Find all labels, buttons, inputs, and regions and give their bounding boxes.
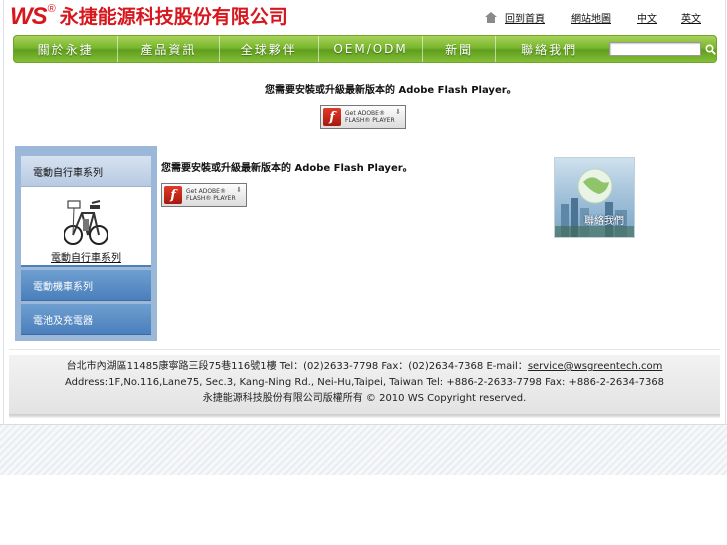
page-background [0, 424, 727, 475]
flash-button-line1: Get ADOBE® [186, 188, 226, 195]
link-english[interactable]: 英文 [681, 10, 701, 25]
footer-line-3: 永捷能源科技股份有限公司版權所有 © 2010 WS Copyright res… [202, 393, 527, 404]
logo-company-name: 永捷能源科技股份有限公司 [59, 6, 288, 28]
nav-item-news[interactable]: 新聞 [423, 36, 496, 62]
sidebar-item-battery[interactable]: 電池及充電器 [21, 304, 151, 335]
top-links: 回到首頁 網站地圖 中文 英文 [485, 10, 701, 25]
nav-item-products[interactable]: 產品資訊 [118, 36, 220, 62]
search-input[interactable] [609, 42, 702, 56]
product-sidebar: 電動自行車系列 電動自行車系列 電動機車系列 電池及充電器 [15, 146, 157, 341]
flash-button-line2: FLASH® PLAYER [186, 195, 236, 202]
get-flash-player-button-main[interactable]: f Get ADOBE® FLASH® PLAYER ⬇ [161, 183, 247, 207]
divider [9, 349, 720, 350]
flash-notice-top: 您需要安裝或升級最新版本的 Adobe Flash Player。 [265, 85, 517, 96]
search-icon [705, 43, 716, 55]
contact-us-label: 聯絡我們 [584, 216, 624, 227]
contact-us-banner[interactable]: 聯絡我們 [554, 157, 635, 238]
footer-line-2: Address:1F,No.116,Lane75, Sec.3, Kang-Ni… [64, 377, 665, 388]
footer-email-link[interactable]: service@wsgreentech.com [528, 361, 663, 372]
product-label[interactable]: 電動自行車系列 [21, 249, 151, 264]
product-thumbnail[interactable]: 電動自行車系列 [21, 187, 151, 267]
footer-shadow [9, 415, 720, 418]
company-logo[interactable]: WS ® 永捷能源科技股份有限公司 [10, 3, 288, 31]
sidebar-item-escooter[interactable]: 電動機車系列 [21, 270, 151, 301]
logo-ws: WS [10, 3, 48, 30]
link-home[interactable]: 回到首頁 [505, 10, 545, 25]
page-container: WS ® 永捷能源科技股份有限公司 回到首頁 網站地圖 中文 英文 關於永捷 產… [3, 0, 726, 424]
link-chinese[interactable]: 中文 [637, 10, 657, 25]
download-arrow-icon: ⬇ [236, 186, 242, 194]
flash-logo-icon: f [164, 186, 182, 204]
sidebar-item-ebike[interactable]: 電動自行車系列 [21, 156, 151, 187]
search-button[interactable] [704, 43, 716, 55]
nav-item-partners[interactable]: 全球夥伴 [220, 36, 319, 62]
nav-item-contact[interactable]: 聯絡我們 [496, 36, 602, 62]
flash-logo-icon: f [323, 108, 341, 126]
flash-button-line1: Get ADOBE® [345, 110, 385, 117]
logo-registered-mark: ® [47, 3, 56, 15]
download-arrow-icon: ⬇ [395, 108, 401, 116]
footer-line-1: 台北市內湖區11485康寧路三段75巷116號1樓 Tel：(02)2633-7… [9, 359, 720, 375]
flash-notice-main: 您需要安裝或升級最新版本的 Adobe Flash Player。 [161, 163, 413, 174]
footer-address-cn: 台北市內湖區11485康寧路三段75巷116號1樓 Tel：(02)2633-7… [66, 361, 528, 372]
home-icon [485, 12, 497, 23]
main-nav: 關於永捷 產品資訊 全球夥伴 OEM/ODM 新聞 聯絡我們 [13, 35, 717, 63]
nav-item-oem-odm[interactable]: OEM/ODM [319, 36, 424, 62]
nav-item-about[interactable]: 關於永捷 [14, 36, 119, 62]
bicycle-image [64, 200, 108, 245]
flash-button-line2: FLASH® PLAYER [345, 117, 395, 124]
get-flash-player-button-top[interactable]: f Get ADOBE® FLASH® PLAYER ⬇ [320, 105, 406, 129]
link-sitemap[interactable]: 網站地圖 [571, 10, 611, 25]
footer: 台北市內湖區11485康寧路三段75巷116號1樓 Tel：(02)2633-7… [9, 355, 720, 415]
